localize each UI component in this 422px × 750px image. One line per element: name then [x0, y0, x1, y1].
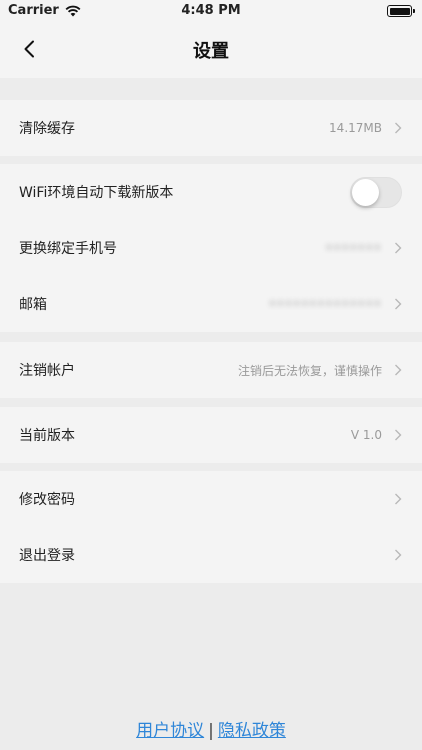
- navigation-bar: 设置: [0, 22, 422, 78]
- current-version-label: 当前版本: [19, 428, 75, 444]
- logout-label: 退出登录: [19, 548, 75, 564]
- settings-group-account-binding: WiFi环境自动下载新版本 更换绑定手机号 ••••••• 邮箱 •••••••…: [0, 164, 422, 332]
- change-phone-label: 更换绑定手机号: [19, 241, 117, 257]
- chevron-right-icon: [394, 364, 402, 376]
- status-bar: Carrier 4:48 PM: [0, 0, 422, 22]
- change-password-label: 修改密码: [19, 492, 75, 508]
- settings-group-delete-account: 注销帐户 注销后无法恢复，谨慎操作: [0, 342, 422, 398]
- clear-cache-row[interactable]: 清除缓存 14.17MB: [0, 100, 422, 156]
- privacy-policy-link[interactable]: 隐私政策: [218, 721, 286, 741]
- footer-links: 用户协议 | 隐私政策: [0, 716, 422, 741]
- back-button[interactable]: [18, 38, 40, 60]
- cache-size-value: 14.17MB: [329, 121, 382, 135]
- chevron-right-icon: [394, 122, 402, 134]
- battery-icon: [387, 5, 415, 17]
- wifi-auto-download-row: WiFi环境自动下载新版本: [0, 164, 422, 220]
- chevron-right-icon: [394, 298, 402, 310]
- chevron-right-icon: [394, 493, 402, 505]
- current-version-row[interactable]: 当前版本 V 1.0: [0, 407, 422, 463]
- user-agreement-link[interactable]: 用户协议: [136, 721, 204, 741]
- settings-group-security: 修改密码 退出登录: [0, 471, 422, 583]
- change-phone-row[interactable]: 更换绑定手机号 •••••••: [0, 220, 422, 276]
- email-value: ••••••••••••••: [268, 297, 382, 311]
- status-time: 4:48 PM: [181, 3, 241, 18]
- delete-account-row[interactable]: 注销帐户 注销后无法恢复，谨慎操作: [0, 342, 422, 398]
- wifi-auto-download-toggle[interactable]: [350, 176, 402, 208]
- clear-cache-label: 清除缓存: [19, 121, 75, 137]
- current-version-value: V 1.0: [350, 428, 382, 442]
- bound-phone-value: •••••••: [325, 241, 382, 255]
- page-title: 设置: [193, 41, 229, 62]
- chevron-left-icon: [24, 40, 34, 58]
- chevron-right-icon: [394, 549, 402, 561]
- wifi-auto-download-label: WiFi环境自动下载新版本: [19, 185, 174, 201]
- logout-row[interactable]: 退出登录: [0, 527, 422, 583]
- settings-group-version: 当前版本 V 1.0: [0, 407, 422, 463]
- settings-group-cache: 清除缓存 14.17MB: [0, 100, 422, 156]
- toggle-knob: [352, 178, 379, 206]
- email-label: 邮箱: [19, 297, 47, 313]
- chevron-right-icon: [394, 429, 402, 441]
- delete-account-warning: 注销后无法恢复，谨慎操作: [237, 363, 382, 378]
- change-password-row[interactable]: 修改密码: [0, 471, 422, 527]
- footer-separator: |: [208, 721, 214, 741]
- delete-account-label: 注销帐户: [19, 363, 75, 379]
- chevron-right-icon: [394, 242, 402, 254]
- email-row[interactable]: 邮箱 ••••••••••••••: [0, 276, 422, 332]
